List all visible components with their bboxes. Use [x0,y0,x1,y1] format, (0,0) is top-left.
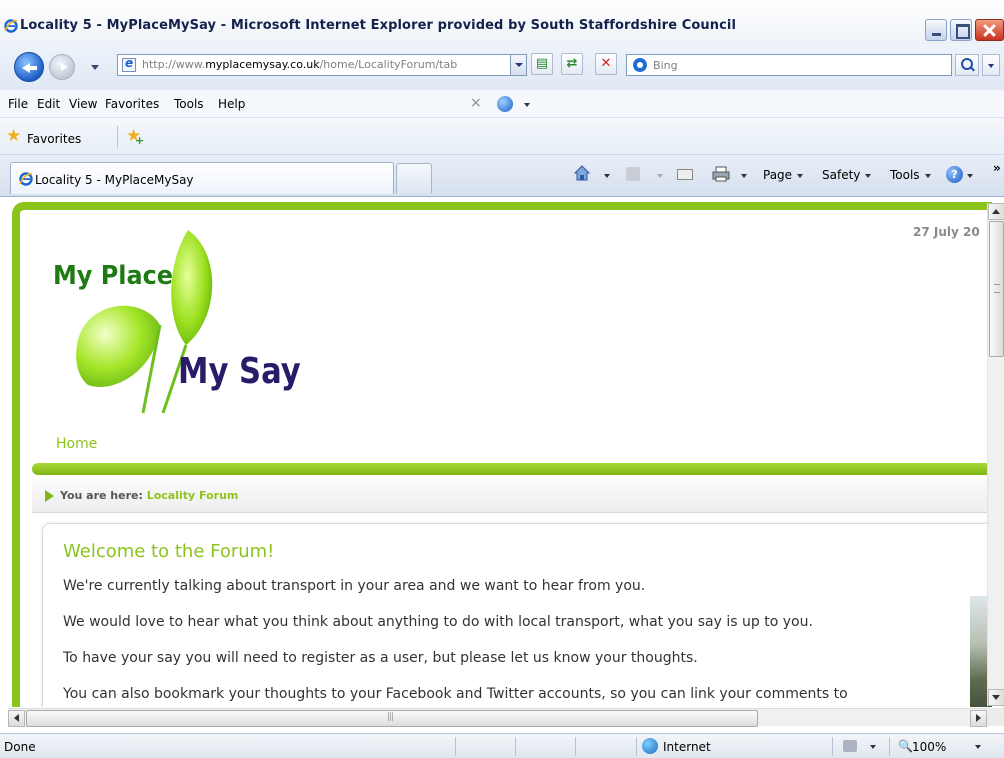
menu-view[interactable]: View [69,97,97,111]
menu-help[interactable]: Help [218,97,245,111]
feed-icon[interactable] [626,167,640,181]
menu-favorites[interactable]: Favorites [105,97,159,111]
minimize-button[interactable] [925,19,947,41]
print-icon[interactable] [712,166,730,182]
favorites-bar: ★ Favorites ★ [0,118,1004,155]
page-title: Welcome to the Forum! [63,541,275,562]
close-button[interactable] [975,19,1004,41]
divider [889,737,890,756]
maximize-button[interactable] [950,19,972,41]
title-bar: Locality 5 - MyPlaceMySay - Microsoft In… [0,0,1004,44]
leaf-logo-icon [76,230,213,414]
zoom-icon[interactable]: 🔍 [898,739,913,753]
forward-arrow-icon[interactable] [49,54,75,80]
paragraph: We're currently talking about transport … [63,578,646,594]
status-text: Done [4,740,36,754]
page-menu-button[interactable]: Page [763,168,804,182]
search-placeholder: Bing [653,59,678,72]
security-zone-label[interactable]: Internet [663,740,711,754]
divider [515,737,516,756]
url-dropdown-button[interactable] [510,55,526,75]
chevron-down-icon[interactable] [657,174,663,178]
scroll-corner [987,708,1004,726]
logo-text-bottom: My Say [178,351,301,392]
search-input[interactable]: Bing [626,54,952,76]
menu-tools[interactable]: Tools [174,97,204,111]
address-bar: http://www.myplacemysay.co.uk/home/Local… [0,44,1004,90]
star-icon: ★ [6,126,22,146]
close-toolbar-icon[interactable]: × [470,95,482,111]
scroll-down-button[interactable] [988,689,1004,706]
date-label: 27 July 20 [913,225,980,239]
protected-mode-icon[interactable] [843,740,857,752]
arrow-right-icon [45,490,54,502]
bing-icon [633,58,647,72]
history-dropdown-icon[interactable] [91,65,99,70]
tab-bar: Locality 5 - MyPlaceMySay Page Safety To… [0,155,1004,197]
chevron-down-icon[interactable] [967,174,973,178]
search-icon[interactable] [955,54,979,76]
vertical-scroll-thumb[interactable] [989,221,1004,357]
tab-locality-5[interactable]: Locality 5 - MyPlaceMySay [10,162,394,194]
menu-bar: File Edit View Favorites Tools Help × [0,90,1004,118]
favorites-button[interactable]: Favorites [27,132,81,146]
ie-logo-icon [4,19,18,33]
page-viewport[interactable]: 27 July 20 My Place My Say Home You are … [0,197,1004,707]
chevron-down-icon[interactable] [524,103,530,107]
new-tab-button[interactable] [396,163,432,193]
mail-icon[interactable] [677,169,693,180]
help-icon[interactable]: ? [946,166,963,183]
divider [832,737,833,756]
url-field[interactable]: http://www.myplacemysay.co.uk/home/Local… [117,54,527,76]
add-favorite-icon[interactable]: ★ [126,128,145,150]
vertical-scrollbar[interactable] [987,203,1004,706]
divider [455,737,456,756]
chevron-down-icon[interactable] [741,174,747,178]
scroll-right-button[interactable] [970,710,987,727]
globe-icon[interactable] [497,96,513,112]
chevron-down-icon[interactable] [870,745,876,749]
scroll-left-button[interactable] [8,710,25,727]
logo-text-top: My Place [53,261,174,291]
tools-menu-button[interactable]: Tools [890,168,931,182]
more-commands-button[interactable]: » [993,161,1001,175]
url-text[interactable]: http://www.myplacemysay.co.uk/home/Local… [142,58,510,71]
safety-menu-button[interactable]: Safety [822,168,872,182]
chevron-down-icon[interactable] [604,174,610,178]
paragraph: To have your say you will need to regist… [63,650,698,666]
stop-icon[interactable]: ✕ [595,53,617,75]
divider [117,126,118,148]
chevron-down-icon[interactable] [975,745,981,749]
site-logo[interactable]: My Place My Say [48,225,308,425]
compatibility-icon[interactable]: ▤ [531,53,553,75]
nav-strip [32,463,1004,475]
scroll-up-button[interactable] [988,203,1004,220]
window-title: Locality 5 - MyPlaceMySay - Microsoft In… [20,18,737,33]
breadcrumb: You are here: Locality Forum [32,479,1004,513]
breadcrumb-link[interactable]: Locality Forum [147,489,239,502]
globe-icon [642,738,658,754]
menu-edit[interactable]: Edit [37,97,60,111]
menu-file[interactable]: File [8,97,28,111]
refresh-icon[interactable]: ⇄ [561,53,583,75]
ie-logo-icon [19,172,33,186]
home-icon[interactable] [573,164,591,182]
divider [575,737,576,756]
status-bar: Done Internet 🔍 100% [0,733,1004,758]
zoom-level[interactable]: 100% [912,740,946,754]
paragraph: We would love to hear what you think abo… [63,614,813,630]
horizontal-scroll-thumb[interactable] [26,710,758,727]
search-options-button[interactable] [982,54,1000,76]
content-panel: Welcome to the Forum! We're currently ta… [42,523,1004,707]
paragraph: You can also bookmark your thoughts to y… [63,686,848,702]
horizontal-scrollbar[interactable] [8,708,987,727]
tab-label: Locality 5 - MyPlaceMySay [35,173,194,187]
breadcrumb-label: You are here: Locality Forum [60,489,239,502]
divider [636,737,637,756]
back-arrow-icon[interactable] [14,52,44,82]
nav-home-link[interactable]: Home [56,436,97,452]
page-icon [122,56,136,72]
